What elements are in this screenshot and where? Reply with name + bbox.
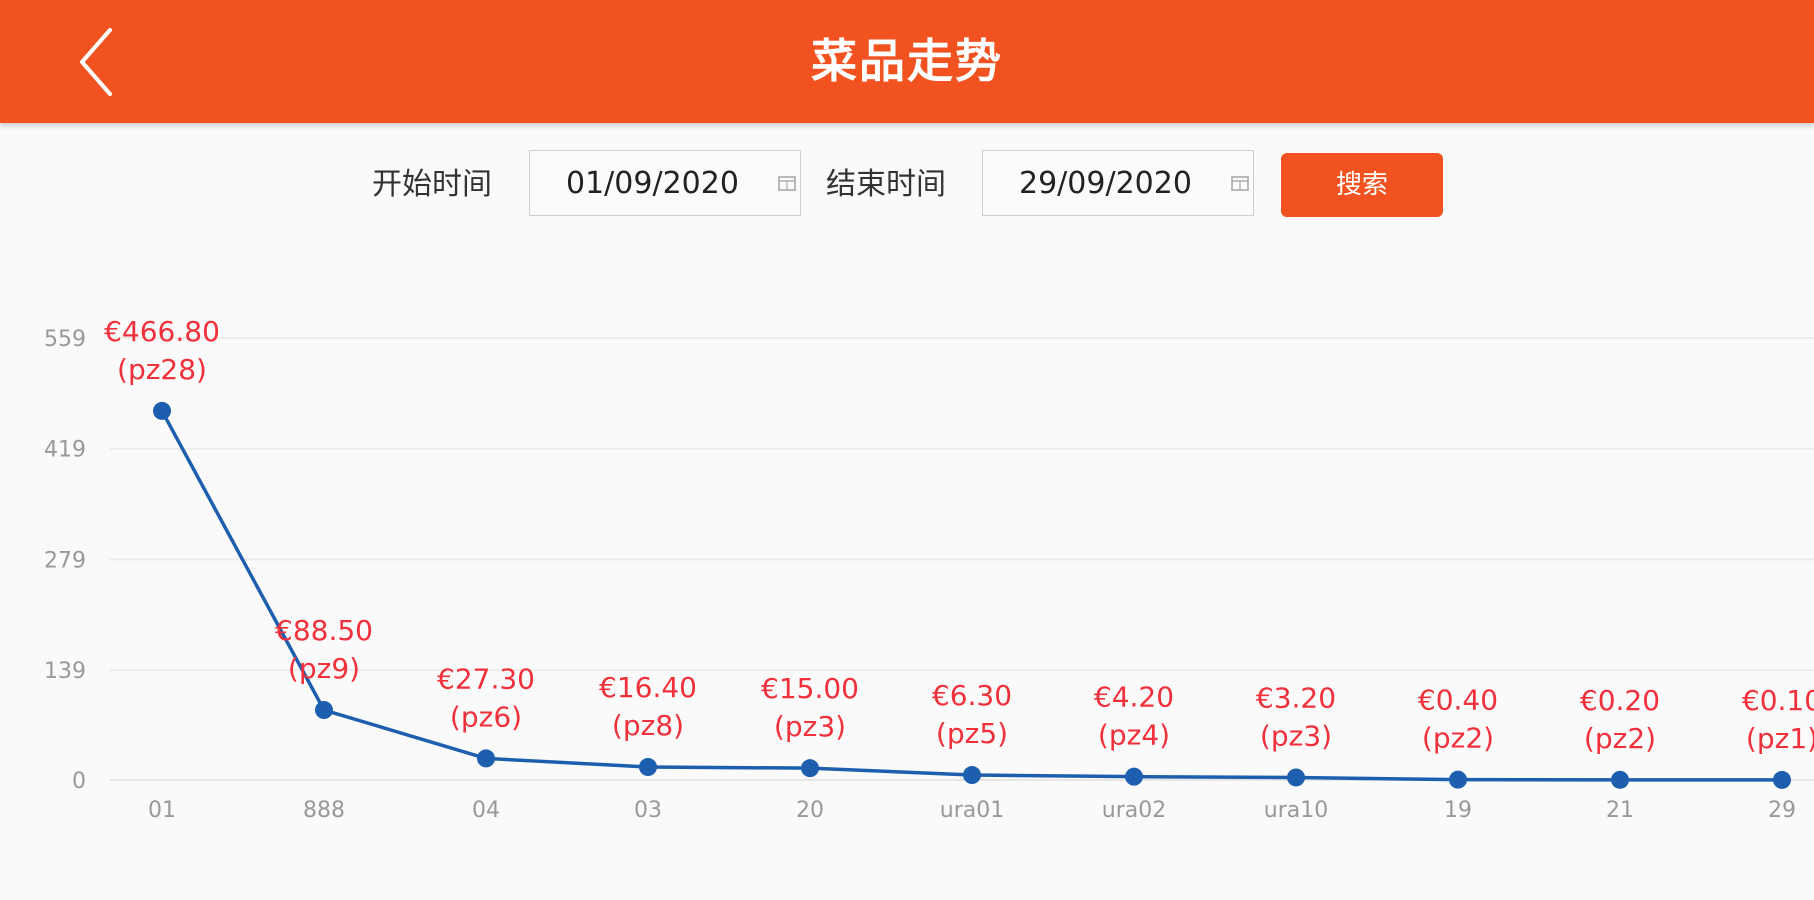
header-bar: 菜品走势 bbox=[0, 0, 1814, 123]
data-label-amount: €15.00 bbox=[761, 672, 859, 705]
y-tick-label: 279 bbox=[44, 548, 86, 573]
data-label-amount: €88.50 bbox=[275, 614, 373, 647]
end-date-value: 29/09/2020 bbox=[1019, 166, 1192, 201]
data-label-qty: (pz9) bbox=[288, 652, 360, 685]
data-point bbox=[639, 758, 657, 777]
data-point bbox=[153, 401, 171, 420]
calendar-icon bbox=[778, 176, 796, 191]
data-point bbox=[1611, 770, 1629, 789]
x-tick-label: ura10 bbox=[1264, 798, 1328, 823]
start-date-value: 01/09/2020 bbox=[566, 166, 739, 201]
start-date-field[interactable]: 01/09/2020 bbox=[529, 150, 801, 216]
dish-trend-chart: 0 139 279 419 559 01 888 04 03 20 ura01 ura02 ura10 1… bbox=[0, 300, 1814, 860]
start-time-label: 开始时间 bbox=[372, 167, 492, 202]
data-label-qty: (pz2) bbox=[1584, 722, 1656, 755]
back-button[interactable] bbox=[66, 24, 136, 100]
data-point bbox=[1773, 770, 1791, 789]
x-tick-label: 01 bbox=[148, 798, 176, 823]
data-label-qty: (pz5) bbox=[936, 717, 1008, 750]
x-tick-label: ura02 bbox=[1102, 798, 1166, 823]
search-button[interactable]: 搜索 bbox=[1281, 153, 1443, 217]
x-tick-label: 20 bbox=[796, 798, 824, 823]
y-tick-label: 139 bbox=[44, 659, 86, 684]
data-label-amount: €6.30 bbox=[932, 679, 1012, 712]
data-label-qty: (pz28) bbox=[117, 353, 207, 386]
data-label-amount: €0.10 bbox=[1742, 684, 1814, 717]
data-label-qty: (pz3) bbox=[774, 710, 846, 743]
x-tick-label: ura01 bbox=[940, 798, 1004, 823]
calendar-icon bbox=[1231, 176, 1249, 191]
end-date-field[interactable]: 29/09/2020 bbox=[982, 150, 1254, 216]
page-title: 菜品走势 bbox=[811, 34, 1003, 88]
x-tick-label: 19 bbox=[1444, 798, 1472, 823]
x-tick-label: 04 bbox=[472, 798, 500, 823]
data-point bbox=[801, 759, 819, 778]
end-time-label: 结束时间 bbox=[826, 167, 946, 202]
data-label-amount: €27.30 bbox=[437, 662, 535, 695]
chevron-left-icon bbox=[80, 28, 112, 96]
x-tick-label: 03 bbox=[634, 798, 662, 823]
data-label-amount: €16.40 bbox=[599, 671, 697, 704]
data-point bbox=[1287, 768, 1305, 787]
data-point bbox=[315, 701, 333, 720]
data-label-qty: (pz1) bbox=[1746, 722, 1814, 755]
data-point bbox=[1125, 767, 1143, 786]
data-label-qty: (pz2) bbox=[1422, 722, 1494, 755]
y-tick-label: 0 bbox=[72, 769, 86, 794]
data-label-amount: €3.20 bbox=[1256, 681, 1336, 714]
data-label-amount: €466.80 bbox=[104, 315, 220, 348]
data-point bbox=[963, 766, 981, 785]
app-root: 菜品走势 开始时间 01/09/2020 结束时间 29/09/2020 搜索 … bbox=[0, 0, 1814, 900]
data-label-amount: €0.20 bbox=[1580, 684, 1660, 717]
date-filter-row: 开始时间 01/09/2020 结束时间 29/09/2020 搜索 bbox=[0, 150, 1814, 220]
data-label-amount: €0.40 bbox=[1418, 684, 1498, 717]
x-tick-label: 29 bbox=[1768, 798, 1796, 823]
data-label-qty: (pz8) bbox=[612, 709, 684, 742]
data-label-qty: (pz6) bbox=[450, 700, 522, 733]
x-tick-label: 888 bbox=[303, 798, 345, 823]
x-tick-label: 21 bbox=[1606, 798, 1634, 823]
y-tick-label: 419 bbox=[44, 438, 86, 463]
data-point bbox=[1449, 770, 1467, 789]
data-label-qty: (pz3) bbox=[1260, 719, 1332, 752]
data-label-qty: (pz4) bbox=[1098, 719, 1170, 752]
line-chart: 0 139 279 419 559 01 888 04 03 20 ura01 ura02 ura10 1… bbox=[44, 315, 1814, 823]
data-label-amount: €4.20 bbox=[1094, 681, 1174, 714]
y-tick-label: 559 bbox=[44, 327, 86, 352]
data-point bbox=[477, 749, 495, 768]
